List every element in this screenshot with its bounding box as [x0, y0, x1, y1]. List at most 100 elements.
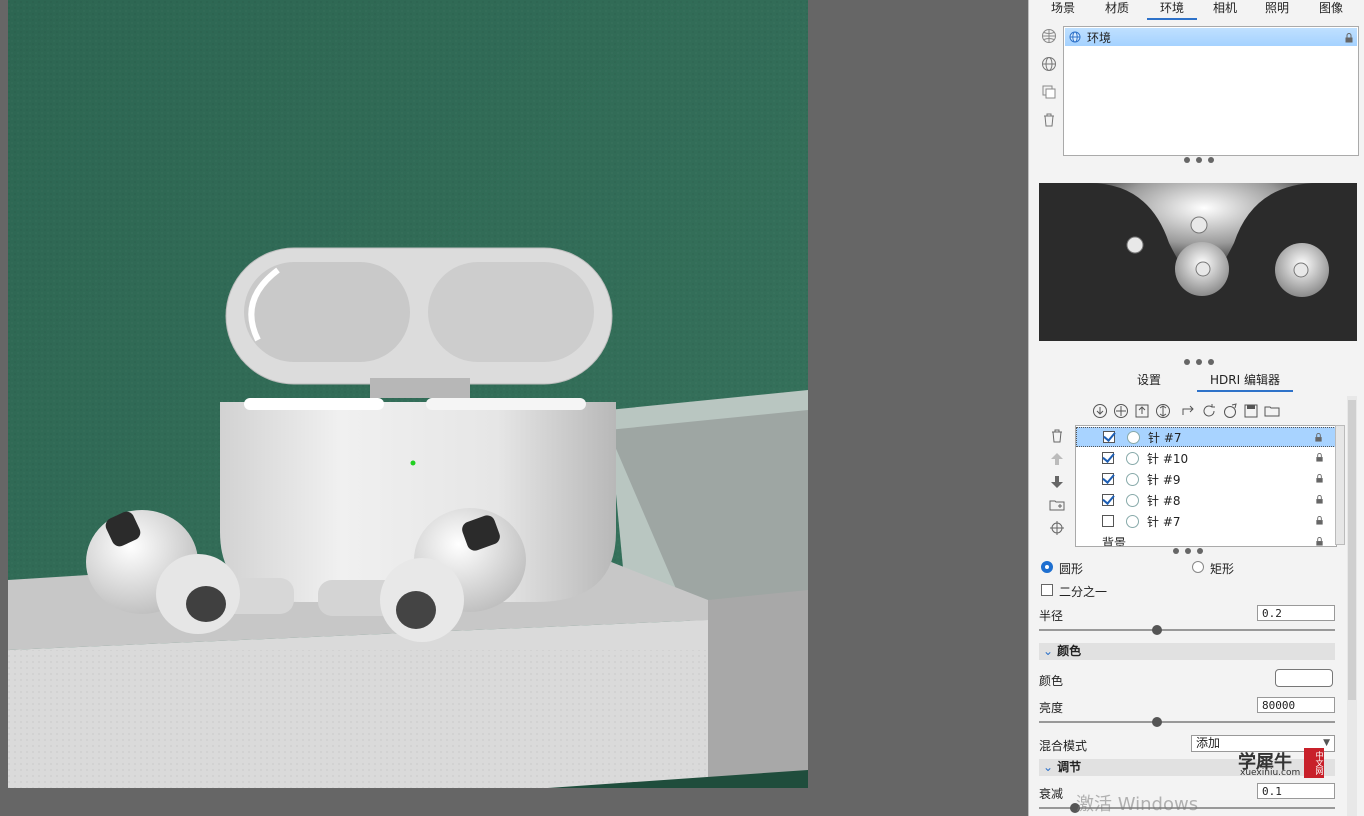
light-solo-radio[interactable]	[1127, 430, 1140, 444]
light-name: 针 #8	[1147, 493, 1181, 508]
delete-light-icon[interactable]	[1047, 426, 1067, 446]
circle-label: 圆形	[1059, 562, 1084, 576]
falloff-label: 衰减	[1039, 787, 1064, 801]
lock-icon[interactable]	[1315, 495, 1324, 504]
lock-icon[interactable]	[1315, 453, 1324, 462]
brightness-slider[interactable]	[1039, 717, 1335, 727]
delete-environment-icon[interactable]	[1039, 110, 1059, 130]
light-checkbox[interactable]	[1103, 431, 1115, 443]
color-label: 颜色	[1039, 674, 1064, 688]
chevron-down-icon: ⌄	[1043, 644, 1054, 658]
light-checkbox[interactable]	[1102, 494, 1114, 506]
tab-hdri-editor[interactable]: HDRI 编辑器	[1197, 372, 1293, 392]
brand-badge: 中文网	[1304, 748, 1324, 778]
target-icon[interactable]	[1047, 518, 1067, 538]
light-solo-radio[interactable]	[1126, 451, 1139, 465]
list-item[interactable]: 针 #10	[1076, 448, 1336, 468]
light-name: 针 #7	[1147, 514, 1181, 529]
hdri-preview[interactable]	[1039, 183, 1357, 341]
radius-slider[interactable]	[1039, 625, 1335, 635]
light-list-scrollbar[interactable]	[1335, 425, 1345, 545]
add-environment-icon[interactable]	[1039, 26, 1059, 46]
tab-camera[interactable]: 相机	[1205, 0, 1245, 18]
slider-knob[interactable]	[1152, 625, 1163, 635]
move-up-icon[interactable]	[1047, 449, 1067, 469]
paint-icon[interactable]	[1221, 402, 1239, 420]
tab-environment[interactable]: 环境	[1147, 0, 1197, 20]
move-light-icon[interactable]	[1154, 402, 1172, 420]
list-item[interactable]: 针 #7	[1076, 427, 1336, 447]
slider-knob[interactable]	[1152, 717, 1163, 727]
brightness-input[interactable]: 80000	[1257, 697, 1335, 713]
lock-icon[interactable]	[1315, 516, 1324, 525]
light-name: 针 #9	[1147, 472, 1181, 487]
refresh-icon[interactable]	[1200, 402, 1218, 420]
globe-icon	[1069, 31, 1081, 43]
panel-scrollbar[interactable]	[1347, 396, 1357, 816]
rect-label: 矩形	[1210, 562, 1235, 576]
properties-panel: 场景 材质 环境 相机 照明 图像 环境 设置 HDRI 编辑器 针 #7 针 …	[1028, 0, 1364, 816]
duplicate-environment-icon[interactable]	[1039, 82, 1059, 102]
resize-handle[interactable]	[1184, 157, 1214, 165]
radius-input[interactable]: 0.2	[1257, 605, 1335, 621]
falloff-input[interactable]: 0.1	[1257, 783, 1335, 799]
tab-material[interactable]: 材质	[1097, 0, 1137, 18]
half-label: 二分之一	[1059, 585, 1108, 599]
chevron-down-icon: ⌄	[1043, 760, 1054, 774]
section-title: 调节	[1057, 760, 1082, 774]
light-name: 背景	[1102, 535, 1127, 547]
rect-radio[interactable]	[1192, 561, 1204, 573]
lock-icon[interactable]	[1314, 433, 1323, 442]
add-folder-icon[interactable]	[1047, 495, 1067, 515]
tab-image[interactable]: 图像	[1311, 0, 1351, 18]
panel-tabs: 场景 材质 环境 相机 照明 图像	[1029, 0, 1364, 20]
radius-label: 半径	[1039, 609, 1064, 623]
activation-watermark: 激活 Windows	[1076, 794, 1199, 815]
export-light-icon[interactable]	[1133, 402, 1151, 420]
lock-icon[interactable]	[1344, 32, 1354, 46]
tab-scene[interactable]: 场景	[1043, 0, 1083, 18]
light-solo-radio[interactable]	[1126, 472, 1139, 486]
light-checkbox[interactable]	[1102, 473, 1114, 485]
lock-icon[interactable]	[1315, 474, 1324, 483]
list-item[interactable]: 环境	[1065, 28, 1357, 46]
blend-mode-label: 混合模式	[1039, 739, 1088, 753]
render-image	[8, 0, 808, 788]
half-checkbox[interactable]	[1041, 584, 1053, 596]
light-name: 针 #7	[1148, 430, 1182, 445]
brand-logo: 学犀牛 xuexiniu.com 中文网	[1238, 748, 1328, 778]
share-icon[interactable]	[1179, 402, 1197, 420]
light-name: 针 #10	[1147, 451, 1189, 466]
light-checkbox[interactable]	[1102, 515, 1114, 527]
color-swatch[interactable]	[1275, 669, 1333, 687]
list-item[interactable]: 针 #8	[1076, 490, 1336, 510]
folder-icon[interactable]	[1263, 402, 1281, 420]
globe-icon[interactable]	[1112, 402, 1130, 420]
circle-radio[interactable]	[1041, 561, 1053, 573]
list-item[interactable]: 背景	[1076, 532, 1336, 547]
light-solo-radio[interactable]	[1126, 514, 1139, 528]
light-checkbox[interactable]	[1102, 452, 1114, 464]
render-viewport[interactable]	[0, 0, 1028, 816]
list-item[interactable]: 针 #9	[1076, 469, 1336, 489]
resize-handle[interactable]	[1173, 548, 1203, 556]
environment-list[interactable]: 环境	[1063, 26, 1359, 156]
light-solo-radio[interactable]	[1126, 493, 1139, 507]
brightness-label: 亮度	[1039, 701, 1064, 715]
light-list[interactable]: 针 #7 针 #10 针 #9 针 #8 针 #7 背景	[1075, 425, 1337, 547]
list-item[interactable]: 针 #7	[1076, 511, 1336, 531]
globe-icon[interactable]	[1039, 54, 1059, 74]
tab-settings[interactable]: 设置	[1127, 372, 1171, 390]
move-down-icon[interactable]	[1047, 472, 1067, 492]
resize-handle[interactable]	[1184, 359, 1214, 367]
brand-url: xuexiniu.com	[1240, 768, 1301, 778]
lock-icon[interactable]	[1315, 537, 1324, 546]
import-light-icon[interactable]	[1091, 402, 1109, 420]
environment-name: 环境	[1087, 30, 1112, 45]
save-icon[interactable]	[1242, 402, 1260, 420]
scrollbar-thumb[interactable]	[1348, 400, 1356, 700]
color-section-header[interactable]: ⌄ 颜色	[1039, 643, 1335, 660]
tab-lighting[interactable]: 照明	[1257, 0, 1297, 18]
section-title: 颜色	[1057, 644, 1082, 658]
blend-mode-value: 添加	[1196, 736, 1221, 750]
